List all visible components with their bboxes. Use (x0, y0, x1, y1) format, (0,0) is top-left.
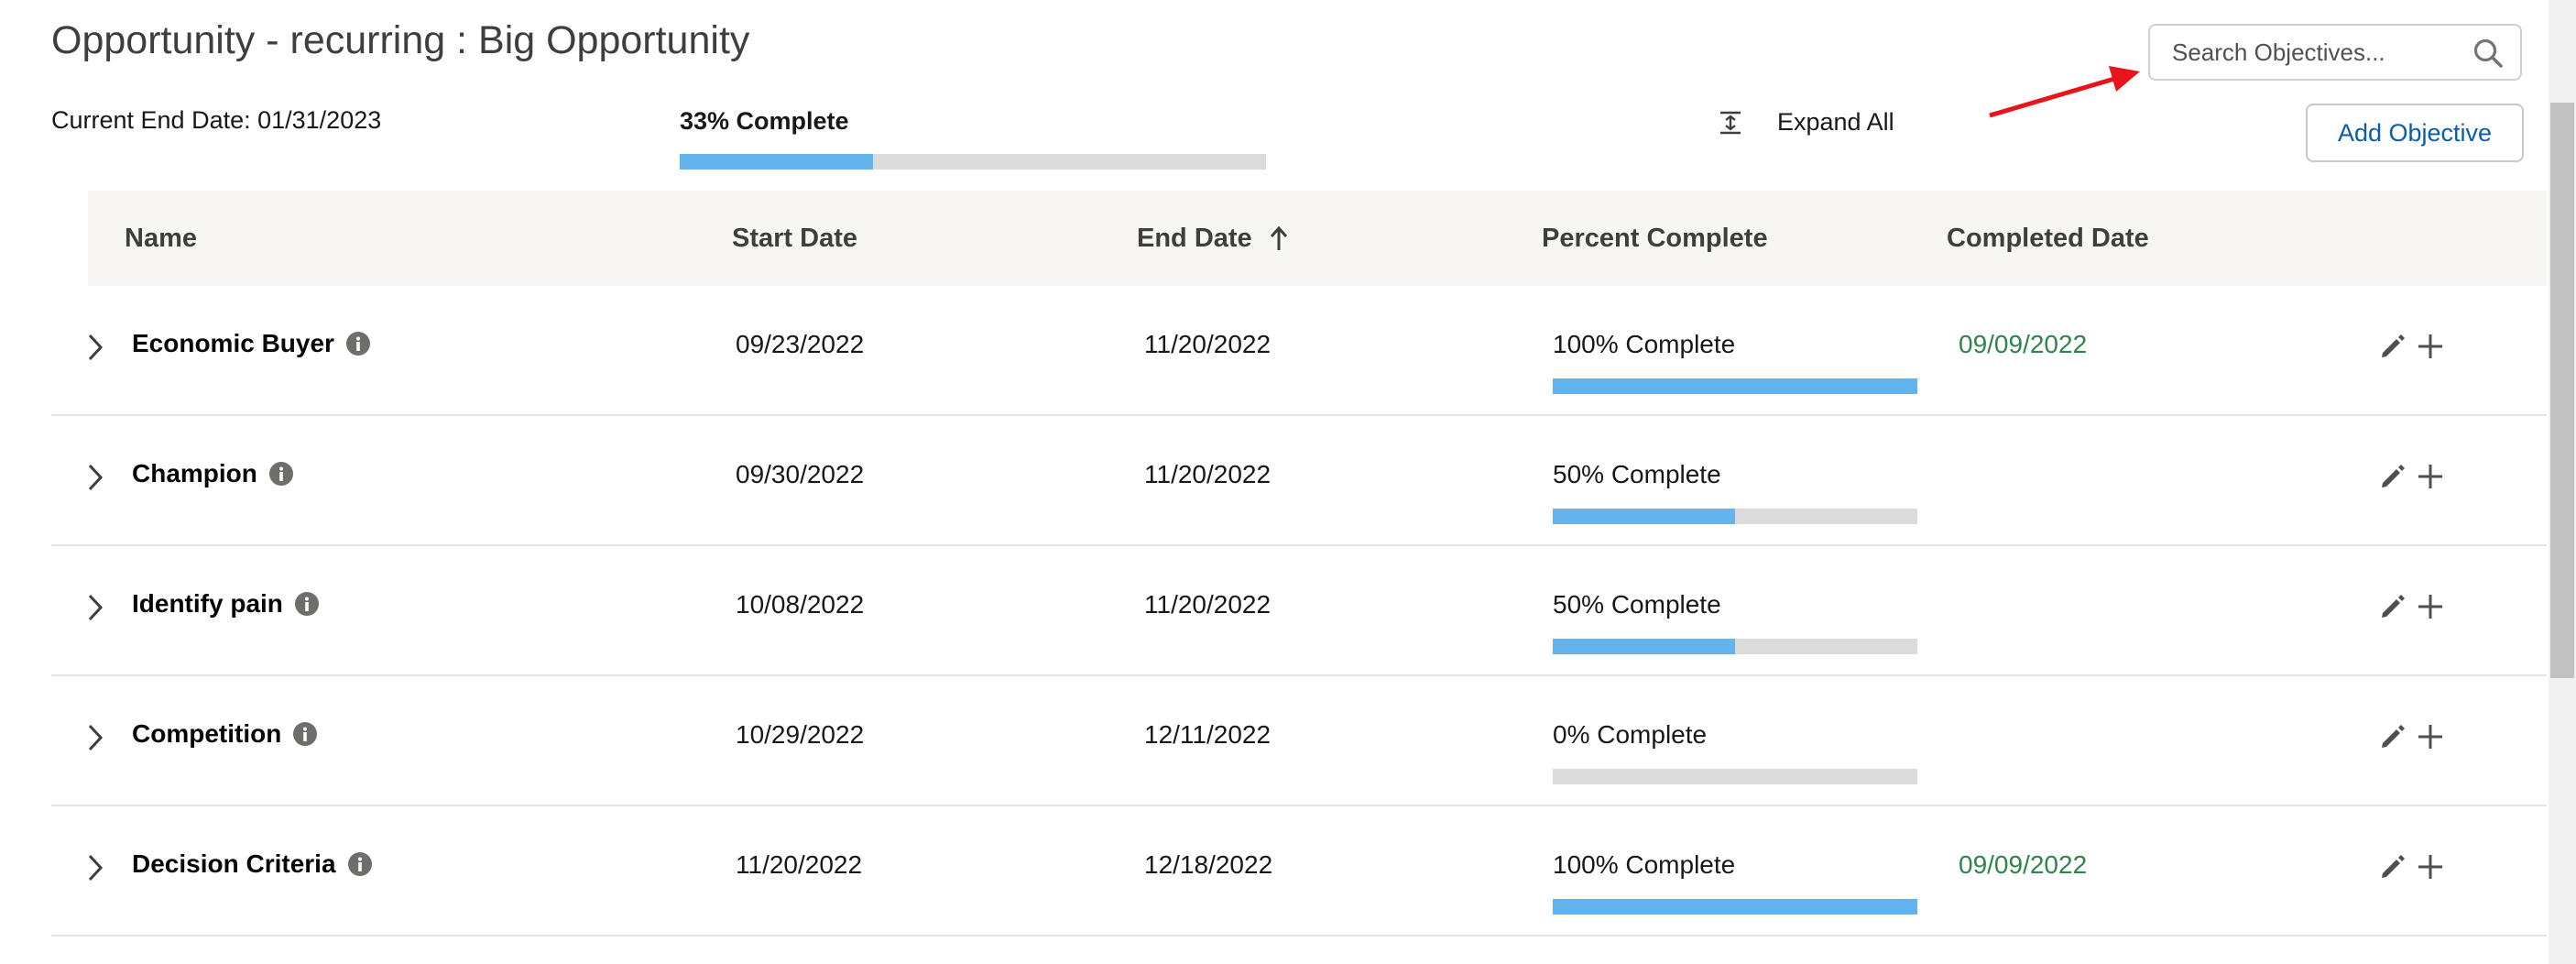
objective-name-cell: Economic Buyer (132, 329, 371, 358)
start-date: 10/08/2022 (736, 590, 865, 619)
pencil-icon[interactable] (2378, 332, 2407, 361)
info-icon[interactable] (292, 721, 318, 747)
objective-name: Champion (132, 459, 257, 487)
table-row: Economic Buyer 09/23/2022 11/20/2022 100% C… (51, 286, 2547, 416)
percent-complete-label: 0% Complete (1553, 720, 1708, 749)
objectives-page: Opportunity - recurring : Big Opportunit… (0, 0, 2576, 964)
end-date: 11/20/2022 (1144, 590, 1272, 619)
expand-all-button[interactable]: Expand All (1717, 108, 1894, 137)
column-header-name[interactable]: Name (125, 191, 197, 286)
objective-name-cell: Competition (132, 719, 318, 749)
start-date: 09/30/2022 (736, 460, 865, 488)
arrow-up-icon (1270, 225, 1287, 250)
percent-complete-fill (1553, 899, 1917, 915)
percent-complete-fill (1553, 639, 1735, 654)
percent-complete-bar (1553, 639, 1917, 654)
objective-name: Decision Criteria (132, 849, 336, 878)
pencil-icon[interactable] (2378, 852, 2407, 882)
completed-date: 09/09/2022 (1959, 850, 2088, 879)
expand-all-icon (1720, 111, 1741, 134)
plus-icon[interactable] (2415, 721, 2446, 752)
start-date: 11/20/2022 (736, 850, 863, 879)
add-objective-button[interactable]: Add Objective (2306, 104, 2524, 162)
objective-name-cell: Decision Criteria (132, 849, 373, 879)
plus-icon[interactable] (2415, 331, 2446, 362)
pencil-icon[interactable] (2378, 722, 2407, 751)
objective-name: Economic Buyer (132, 329, 334, 357)
info-icon[interactable] (347, 851, 373, 877)
info-icon[interactable] (345, 331, 371, 356)
percent-complete-label: 50% Complete (1553, 590, 1721, 619)
column-header-end-date-label: End Date (1137, 223, 1252, 253)
chevron-right-icon[interactable] (84, 852, 106, 883)
percent-complete-fill (1553, 509, 1735, 524)
start-date: 09/23/2022 (736, 330, 865, 358)
completed-date: 09/09/2022 (1959, 330, 2088, 358)
search-input[interactable] (2150, 27, 2474, 78)
column-header-start-date[interactable]: Start Date (732, 191, 857, 286)
page-title: Opportunity - recurring : Big Opportunit… (51, 18, 750, 62)
info-icon[interactable] (294, 591, 320, 617)
end-date: 11/20/2022 (1144, 330, 1272, 358)
objective-name-cell: Identify pain (132, 589, 320, 619)
objective-name-cell: Champion (132, 459, 294, 488)
overall-progress-label: 33% Complete (680, 107, 849, 135)
start-date: 10/29/2022 (736, 720, 865, 749)
percent-complete-bar (1553, 509, 1917, 524)
chevron-right-icon[interactable] (84, 332, 106, 363)
table-header: Name Start Date End Date Percent Complet… (88, 191, 2547, 286)
overall-progress-fill (680, 154, 874, 170)
red-arrow-icon (1989, 66, 2140, 118)
scrollbar-thumb[interactable] (2550, 103, 2574, 678)
search-box[interactable] (2148, 24, 2522, 81)
pencil-icon[interactable] (2378, 462, 2407, 491)
percent-complete-label: 100% Complete (1553, 330, 1736, 358)
percent-complete-fill (1553, 378, 1917, 394)
objective-name: Identify pain (132, 589, 283, 618)
percent-complete-label: 100% Complete (1553, 850, 1736, 879)
expand-all-label: Expand All (1777, 108, 1894, 136)
percent-complete-bar (1553, 899, 1917, 915)
pencil-icon[interactable] (2378, 592, 2407, 621)
objective-name: Competition (132, 719, 282, 748)
percent-complete-bar (1553, 378, 1917, 394)
column-header-percent-complete[interactable]: Percent Complete (1542, 191, 1768, 286)
plus-icon[interactable] (2415, 851, 2446, 882)
current-end-date: Current End Date: 01/31/2023 (51, 106, 382, 134)
table-row: Identify pain 10/08/2022 11/20/2022 50% Com… (51, 546, 2547, 676)
chevron-right-icon[interactable] (84, 592, 106, 623)
info-icon[interactable] (268, 461, 294, 487)
end-date: 11/20/2022 (1144, 460, 1272, 488)
end-date: 12/11/2022 (1144, 720, 1272, 749)
column-header-end-date[interactable]: End Date (1137, 191, 1289, 286)
percent-complete-bar (1553, 769, 1917, 784)
search-icon[interactable] (2472, 38, 2504, 69)
chevron-right-icon[interactable] (84, 462, 106, 493)
table-row: Competition 10/29/2022 12/11/2022 0% Comple… (51, 676, 2547, 806)
column-header-completed-date[interactable]: Completed Date (1947, 191, 2149, 286)
table-row: Decision Criteria 11/20/2022 12/18/2022 100… (51, 806, 2547, 937)
chevron-right-icon[interactable] (84, 722, 106, 753)
table-row: Champion 09/30/2022 11/20/2022 50% Complete (51, 416, 2547, 546)
plus-icon[interactable] (2415, 461, 2446, 492)
overall-progress-bar (680, 154, 1266, 170)
plus-icon[interactable] (2415, 591, 2446, 622)
end-date: 12/18/2022 (1144, 850, 1273, 879)
percent-complete-label: 50% Complete (1553, 460, 1721, 488)
